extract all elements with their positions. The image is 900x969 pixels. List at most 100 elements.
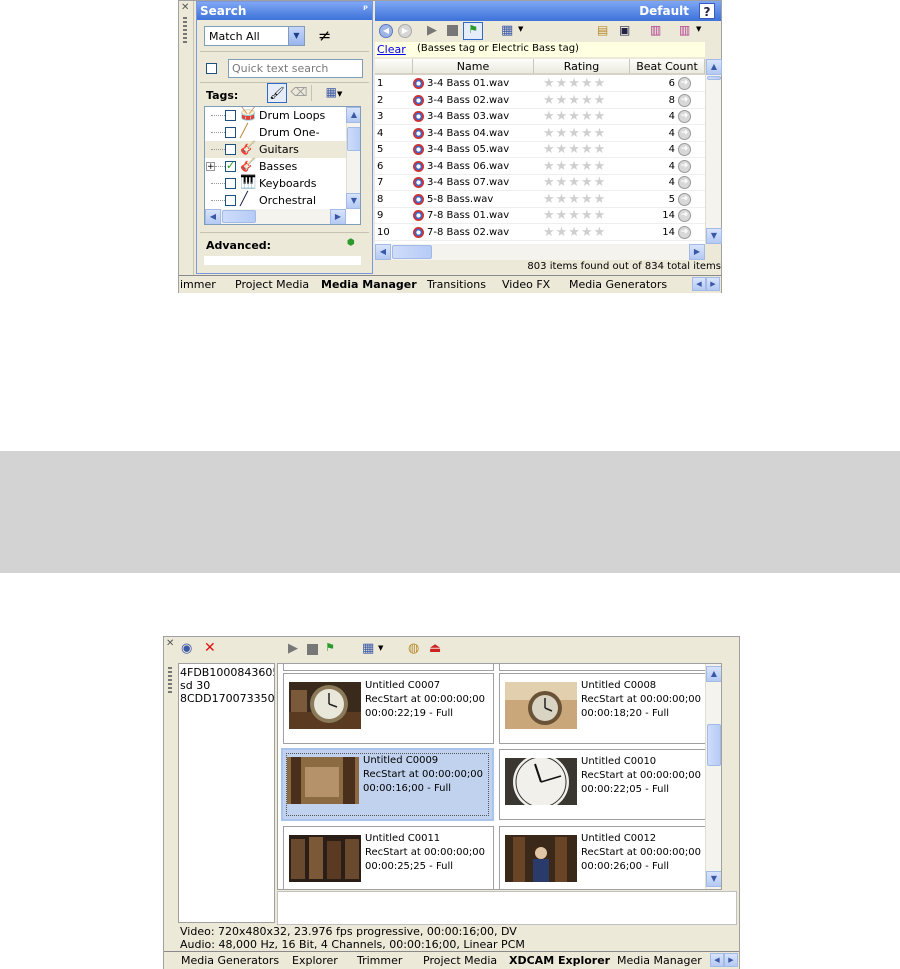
scroll-thumb[interactable] [222, 210, 256, 223]
tab-scroll-left-icon[interactable]: ◀ [710, 953, 724, 967]
column-header-beat-count[interactable]: Beat Count [630, 59, 705, 75]
expand-icon[interactable]: + [206, 162, 215, 172]
tag-checkbox[interactable] [225, 127, 236, 138]
tree-hscrollbar[interactable]: ◀ ▶ [205, 209, 346, 224]
column-header-name[interactable]: Name [413, 59, 534, 75]
back-icon[interactable]: ◀ [379, 24, 393, 38]
grid-hscrollbar[interactable]: ◀ ▶ [375, 244, 705, 260]
dock-grip[interactable] [183, 17, 187, 43]
table-row[interactable]: 4 3-4 Bass 04.wav ★★★★★ 4 ➜ [375, 126, 705, 142]
arrow-right-icon[interactable]: ➜ [678, 93, 691, 107]
tab-trimmer[interactable]: Trimmer [357, 954, 402, 967]
save-icon[interactable]: ▣ [619, 23, 630, 37]
rating-stars[interactable]: ★★★★★ [543, 93, 606, 108]
auto-preview-icon[interactable]: ⚑ [325, 641, 335, 654]
table-row[interactable]: 10 7-8 Bass 02.wav ★★★★★ 14 ➜ [375, 225, 705, 241]
views-icon[interactable]: ▦ [501, 23, 513, 38]
views-icon[interactable]: ▦ [362, 641, 374, 656]
tab-video-fx[interactable]: Video FX [502, 278, 550, 291]
table-row[interactable]: 6 3-4 Bass 06.wav ★★★★★ 4 ➜ [375, 159, 705, 175]
tree-vscrollbar[interactable]: ▲ ▼ [346, 107, 360, 209]
tag-item-orchestral[interactable]: ╱ Orchestral [205, 192, 346, 209]
rating-stars[interactable]: ★★★★★ [543, 109, 606, 124]
tag-checkbox[interactable] [225, 195, 236, 206]
tag-checkbox[interactable] [225, 159, 236, 172]
eject-icon[interactable]: ⏏ [429, 641, 441, 656]
chevron-down-icon[interactable]: ▼ [518, 25, 523, 33]
arrow-right-icon[interactable]: ➜ [678, 110, 691, 123]
device-id-line[interactable]: 8CDD17007335050... [180, 692, 274, 705]
clip-card[interactable]: Untitled C0012 RecStart at 00:00:00;00 0… [499, 826, 710, 889]
pin-icon[interactable]: ᵖ [363, 4, 368, 15]
tab-scroll-right-icon[interactable]: ▶ [724, 953, 738, 967]
stop-icon[interactable] [307, 644, 318, 655]
clip-card[interactable]: Untitled C0010 RecStart at 00:00:00;00 0… [499, 749, 710, 820]
tab-media-generators[interactable]: Media Generators [569, 278, 667, 291]
dock-grip[interactable] [168, 667, 172, 693]
tab-scroll-left-icon[interactable]: ◀ [692, 277, 706, 291]
thumbs-vscrollbar[interactable]: ▲ ▼ [705, 664, 721, 889]
erase-tags-button[interactable]: ⌫ [289, 83, 309, 103]
rating-stars[interactable]: ★★★★★ [543, 142, 606, 157]
arrow-right-icon[interactable]: ➜ [678, 126, 691, 140]
table-row[interactable]: 7 3-4 Bass 07.wav ★★★★★ 4 ➜ [375, 175, 705, 191]
arrow-right-icon[interactable]: ➜ [678, 143, 691, 156]
arrow-right-icon[interactable]: ➜ [678, 209, 691, 222]
scroll-thumb[interactable] [392, 245, 432, 259]
forward-icon[interactable]: ▶ [398, 24, 412, 38]
scroll-down-icon[interactable]: ▼ [706, 871, 721, 887]
library-icon[interactable]: ▥ [650, 23, 661, 37]
scroll-up-icon[interactable]: ▲ [706, 666, 721, 682]
tab-trimmer[interactable]: immer [180, 278, 216, 291]
chevron-down-icon[interactable]: ▼ [378, 644, 383, 652]
clip-card[interactable]: Untitled C0008 RecStart at 00:00:00;00 0… [499, 673, 710, 744]
tab-explorer[interactable]: Explorer [292, 954, 338, 967]
export-disc-icon[interactable]: ◍ [408, 641, 419, 656]
arrow-right-icon[interactable]: ➜ [678, 225, 691, 239]
paint-tags-button[interactable]: 🖌 [267, 83, 287, 103]
delete-icon[interactable]: ✕ [204, 640, 216, 656]
clip-card-selected[interactable]: Untitled C0009 RecStart at 00:00:00;00 0… [281, 748, 494, 821]
tag-item-guitars[interactable]: 🎸 Guitars [205, 141, 346, 158]
tab-project-media[interactable]: Project Media [235, 278, 309, 291]
scroll-down-icon[interactable]: ▼ [706, 228, 722, 244]
arrow-right-icon[interactable]: ➜ [678, 77, 691, 90]
tag-item-basses[interactable]: + 🎸 Basses [205, 158, 346, 175]
scroll-right-icon[interactable]: ▶ [689, 244, 705, 260]
scroll-thumb[interactable] [707, 76, 721, 80]
rating-stars[interactable]: ★★★★★ [543, 76, 606, 91]
rating-stars[interactable]: ★★★★★ [543, 225, 606, 240]
scroll-thumb[interactable] [347, 127, 360, 151]
advanced-expand-icon[interactable]: ⬢ [347, 238, 355, 248]
quick-search-checkbox[interactable] [206, 63, 217, 74]
tab-media-manager[interactable]: Media Manager [321, 278, 417, 291]
arrow-right-icon[interactable]: ➜ [678, 176, 691, 189]
table-row[interactable]: 5 3-4 Bass 05.wav ★★★★★ 4 ➜ [375, 142, 705, 158]
tag-item-drum-one-shots[interactable]: ╱ Drum One-Shots [205, 124, 346, 152]
rating-stars[interactable]: ★★★★★ [543, 208, 606, 223]
table-row[interactable]: 1 3-4 Bass 01.wav ★★★★★ 6 ➜ [375, 76, 705, 92]
not-equal-button[interactable]: ≠ [318, 26, 331, 45]
tag-item-keyboards[interactable]: 🎹 Keyboards [205, 175, 346, 192]
scroll-left-icon[interactable]: ◀ [375, 244, 391, 260]
stop-icon[interactable] [447, 25, 458, 36]
play-icon[interactable]: ▶ [427, 23, 437, 38]
column-header-rating[interactable]: Rating [534, 59, 630, 75]
rating-stars[interactable]: ★★★★★ [543, 192, 606, 207]
scroll-left-icon[interactable]: ◀ [205, 209, 221, 224]
tag-checkbox[interactable] [225, 144, 236, 155]
tag-view-button[interactable]: ▦▼ [319, 83, 349, 103]
tab-xdcam-explorer[interactable]: XDCAM Explorer [509, 954, 610, 967]
tag-checkbox[interactable] [225, 178, 236, 189]
play-icon[interactable]: ▶ [288, 641, 298, 656]
match-mode-select[interactable]: Match All ▼ [204, 26, 305, 46]
column-header-index[interactable] [375, 59, 413, 75]
help-button[interactable]: ? [699, 3, 715, 19]
reports-icon[interactable]: ▥ [679, 23, 690, 37]
device-id-line[interactable]: 4FDB1000843605C [180, 666, 274, 679]
auto-preview-icon[interactable]: ⚑ [463, 22, 483, 40]
rating-stars[interactable]: ★★★★★ [543, 126, 606, 141]
tab-transitions[interactable]: Transitions [427, 278, 486, 291]
scroll-up-icon[interactable]: ▲ [346, 107, 360, 123]
import-clips-icon[interactable]: ◉ [181, 641, 192, 656]
